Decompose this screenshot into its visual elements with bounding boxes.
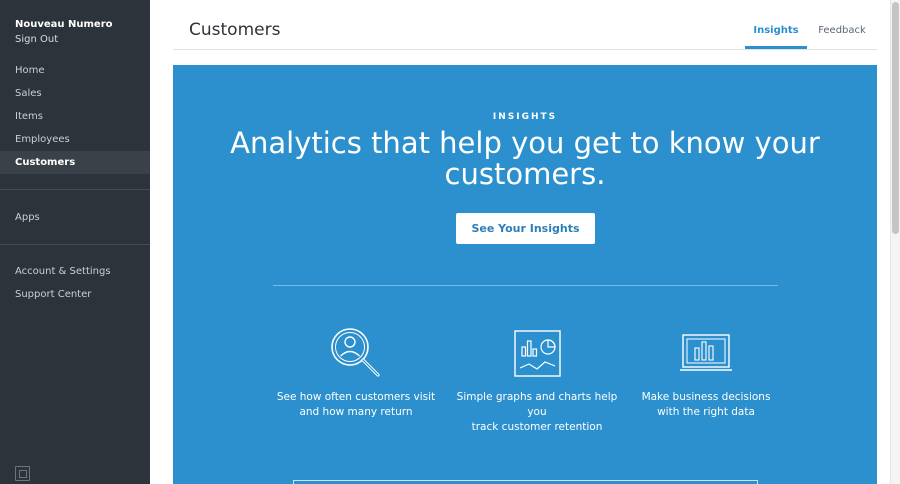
tab-bar: Insights Feedback — [745, 14, 877, 49]
feature-decisions-line2: with the right data — [657, 406, 755, 418]
chart-clipboard-icon — [514, 330, 561, 377]
sidebar-item-employees[interactable]: Employees — [0, 128, 150, 151]
feature-visits: See how often customers visit and how ma… — [271, 390, 441, 420]
laptop-chart-icon — [680, 334, 732, 371]
hero-headline-line2: customers. — [444, 157, 606, 191]
hero-headline: Analytics that help you get to know your… — [173, 128, 877, 190]
feature-visits-line2: and how many return — [299, 406, 413, 418]
see-insights-button[interactable]: See Your Insights — [456, 213, 595, 244]
sidebar-divider — [0, 244, 150, 245]
sidebar-item-sales[interactable]: Sales — [0, 82, 150, 105]
sidebar-item-account-settings[interactable]: Account & Settings — [0, 260, 150, 283]
sidebar-item-items[interactable]: Items — [0, 105, 150, 128]
sign-out-link[interactable]: Sign Out — [15, 34, 58, 45]
feature-retention-line2: track customer retention — [471, 421, 603, 433]
feature-decisions: Make business decisions with the right d… — [621, 390, 791, 420]
tab-insights[interactable]: Insights — [745, 14, 807, 49]
page-title: Customers — [189, 20, 281, 40]
hero-divider — [273, 285, 778, 286]
feature-retention: Simple graphs and charts help you track … — [452, 390, 622, 435]
square-logo-icon[interactable] — [15, 466, 30, 481]
sidebar-item-customers[interactable]: Customers — [0, 151, 150, 174]
magnifier-person-icon — [331, 328, 380, 377]
page-scrollbar-thumb[interactable] — [892, 2, 899, 234]
sidebar-item-apps[interactable]: Apps — [0, 206, 150, 229]
hero-headline-line1: Analytics that help you get to know your — [230, 126, 820, 160]
sidebar: Nouveau Numero Sign Out Home Sales Items… — [0, 0, 150, 484]
business-name: Nouveau Numero — [15, 19, 113, 30]
insights-hero: INSIGHTS Analytics that help you get to … — [173, 65, 877, 484]
sidebar-item-home[interactable]: Home — [0, 59, 150, 82]
feature-visits-line1: See how often customers visit — [276, 391, 436, 403]
feature-retention-line1: Simple graphs and charts help you — [456, 391, 618, 418]
sidebar-divider — [0, 189, 150, 190]
sidebar-item-support-center[interactable]: Support Center — [0, 283, 150, 306]
tab-feedback[interactable]: Feedback — [807, 14, 877, 49]
feature-decisions-line1: Make business decisions — [641, 391, 771, 403]
hero-eyebrow: INSIGHTS — [492, 112, 558, 122]
header-divider — [173, 49, 877, 50]
bottom-card-outline — [293, 480, 758, 484]
